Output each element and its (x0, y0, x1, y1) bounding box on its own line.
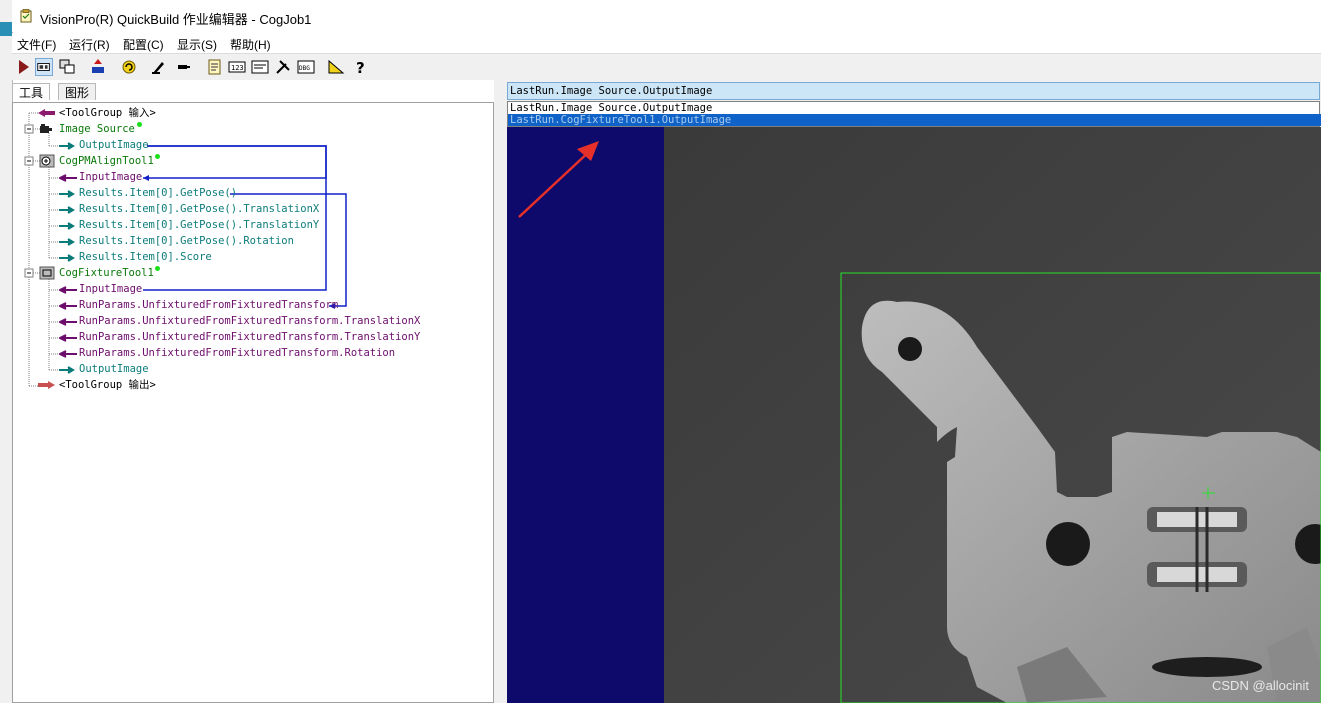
terminal-fx-output-image[interactable]: OutputImage (79, 363, 149, 376)
help-icon[interactable]: ? (352, 58, 370, 76)
dropdown-option[interactable]: LastRun.Image Source.OutputImage (508, 102, 1321, 114)
terminal-fx-input-image[interactable]: InputImage (79, 283, 142, 296)
input-terminal-icon (59, 318, 77, 326)
toolgroup-output[interactable]: <ToolGroup 输出> (59, 379, 156, 392)
output-terminal-icon (59, 142, 75, 150)
pane-splitter[interactable] (494, 80, 506, 703)
svg-text:?: ? (356, 59, 365, 76)
terminal-pm-pose[interactable]: Results.Item[0].GetPose() (79, 187, 237, 200)
tool-tabs: 工具 图形 (12, 82, 494, 100)
terminal-fx-rotation[interactable]: RunParams.UnfixturedFromFixturedTransfor… (79, 347, 395, 360)
toolbar: 123 DBG ? (12, 53, 1321, 80)
terminal-fx-transform[interactable]: RunParams.UnfixturedFromFixturedTransfor… (79, 299, 338, 312)
wrench-icon[interactable] (274, 58, 292, 76)
input-terminal-icon (59, 334, 77, 342)
tool-fixture[interactable]: CogFixtureTool1 (59, 267, 154, 280)
menu-run[interactable]: 运行(R) (69, 36, 110, 53)
dropdown-option-highlighted[interactable]: LastRun.CogFixtureTool1.OutputImage (508, 114, 1321, 126)
status-ok-indicator (155, 154, 160, 159)
counter-icon[interactable]: 123 (228, 58, 246, 76)
tool-icon[interactable] (175, 58, 193, 76)
tab-tools[interactable]: 工具 (12, 83, 51, 100)
status-ok-indicator (137, 122, 142, 127)
camera-icon (40, 124, 52, 133)
toolgroup-input[interactable]: <ToolGroup 输入> (59, 107, 156, 120)
menu-display[interactable]: 显示(S) (177, 36, 217, 53)
run-continuous-icon[interactable] (35, 58, 53, 76)
terminal-fx-translation-y[interactable]: RunParams.UnfixturedFromFixturedTransfor… (79, 331, 420, 344)
terminal-pm-score[interactable]: Results.Item[0].Score (79, 251, 212, 264)
tool-tree[interactable]: <ToolGroup 输入> Image Source OutputImage … (12, 102, 494, 703)
watermark: CSDN @allocinit (1212, 678, 1309, 693)
window-title: VisionPro(R) QuickBuild 作业编辑器 - CogJob1 (40, 12, 312, 27)
refresh-icon[interactable] (120, 58, 138, 76)
run-icon[interactable] (15, 58, 33, 76)
pmalign-tool-icon (39, 154, 55, 168)
output-terminal-icon (59, 254, 75, 262)
tool-pmalign[interactable]: CogPMAlignTool1 (59, 155, 154, 168)
menu-bar: 文件(F) 运行(R) 配置(C) 显示(S) 帮助(H) (12, 33, 1321, 53)
status-ok-indicator (155, 266, 160, 271)
background-window-tab (0, 22, 12, 36)
ruler-icon[interactable] (327, 58, 345, 76)
output-arrow-icon (38, 381, 55, 389)
output-terminal-icon (59, 366, 75, 374)
settings-icon[interactable] (58, 58, 76, 76)
terminal-pm-input-image[interactable]: InputImage (79, 171, 142, 184)
terminal-fx-translation-x[interactable]: RunParams.UnfixturedFromFixturedTransfor… (79, 315, 420, 328)
output-terminal-icon (59, 190, 75, 198)
input-terminal-icon (59, 302, 77, 310)
input-arrow-icon (38, 109, 55, 117)
image-selector-value: LastRun.Image Source.OutputImage (510, 85, 713, 97)
terminal-output-image[interactable]: OutputImage (79, 139, 149, 152)
input-terminal-icon (59, 174, 77, 182)
tab-graphics[interactable]: 图形 (58, 83, 97, 100)
edit-icon[interactable] (150, 58, 168, 76)
input-terminal-icon (59, 350, 77, 358)
terminal-pm-translation-x[interactable]: Results.Item[0].GetPose().TranslationX (79, 203, 319, 216)
tool-image-source[interactable]: Image Source (59, 123, 135, 136)
menu-config[interactable]: 配置(C) (123, 36, 164, 53)
svg-text:DBG: DBG (299, 65, 310, 72)
camera-image (664, 127, 1321, 703)
terminal-pm-translation-y[interactable]: Results.Item[0].GetPose().TranslationY (79, 219, 319, 232)
menu-help[interactable]: 帮助(H) (230, 36, 271, 53)
image-display[interactable] (507, 127, 1321, 703)
reset-icon[interactable] (89, 58, 107, 76)
svg-text:123: 123 (231, 64, 244, 72)
input-terminal-icon (59, 286, 77, 294)
output-terminal-icon (59, 222, 75, 230)
notes-icon[interactable] (206, 58, 224, 76)
output-terminal-icon (59, 206, 75, 214)
output-terminal-icon (59, 238, 75, 246)
display-icon[interactable] (251, 58, 269, 76)
menu-file[interactable]: 文件(F) (17, 36, 56, 53)
terminal-pm-rotation[interactable]: Results.Item[0].GetPose().Rotation (79, 235, 294, 248)
debug-icon[interactable]: DBG (297, 58, 315, 76)
annotation-arrow-icon (518, 141, 599, 218)
app-icon (20, 9, 32, 23)
fixture-tool-icon (39, 266, 55, 280)
